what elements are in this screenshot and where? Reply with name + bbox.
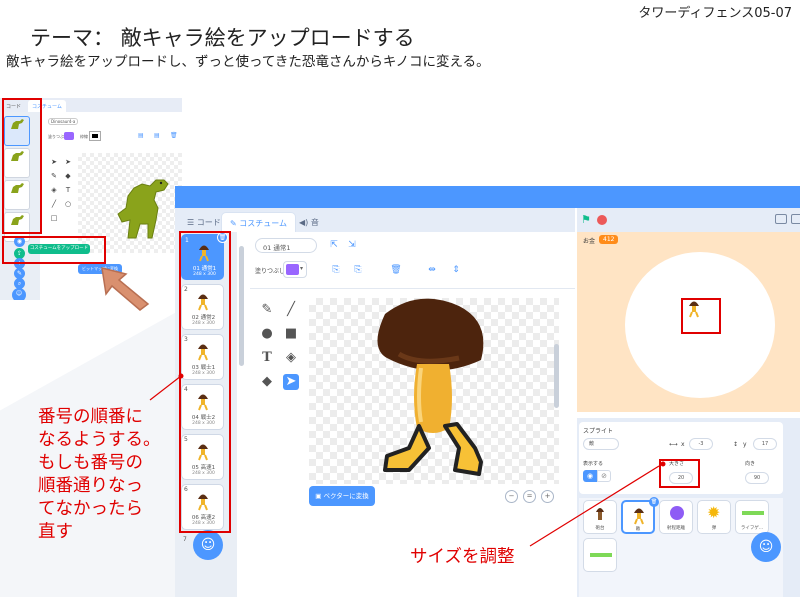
order-note-line: なるようする。 bbox=[38, 430, 161, 450]
size-note: サイズを調整 bbox=[410, 547, 515, 567]
order-note-line: もしも番号の bbox=[38, 453, 143, 473]
order-note-line: 直す bbox=[38, 522, 73, 542]
order-note-line: 順番通りなっ bbox=[38, 476, 143, 496]
order-note: 番号の順番に なるようする。 もしも番号の 順番通りなっ てなかったら 直す bbox=[38, 406, 161, 544]
order-note-line: 番号の順番に bbox=[38, 407, 143, 427]
order-note-line: てなかったら bbox=[38, 499, 143, 519]
